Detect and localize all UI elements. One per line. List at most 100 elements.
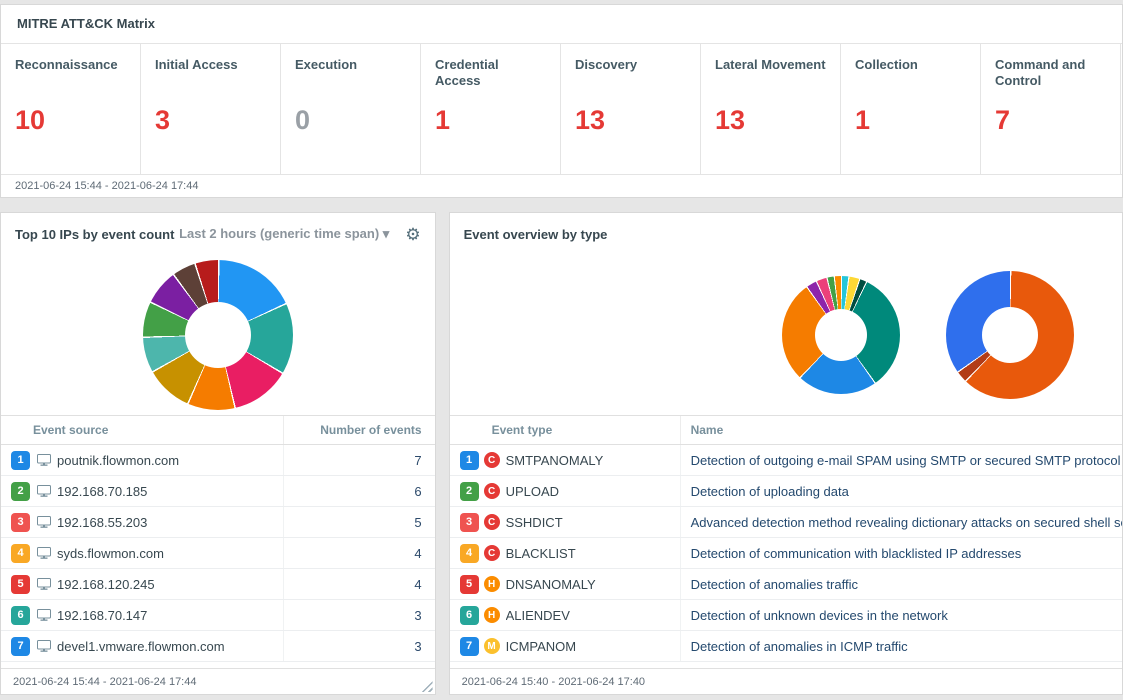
mitre-attack-panel: MITRE ATT&CK Matrix Reconnaissance 10 In… bbox=[0, 4, 1123, 198]
widgets-row: Top 10 IPs by event count Last 2 hours (… bbox=[0, 212, 1123, 695]
severity-icon: C bbox=[484, 483, 500, 499]
event-type: DNSANOMALY bbox=[506, 577, 680, 592]
gear-icon[interactable]: ⚙ bbox=[405, 226, 420, 243]
tactic-label: Command and Control bbox=[995, 57, 1106, 91]
table-row[interactable]: 1 poutnik.flowmon.com 7 bbox=[1, 445, 435, 476]
time-span-selector[interactable]: Last 2 hours (generic time span) ▾ bbox=[179, 226, 389, 242]
rank-badge: 1 bbox=[460, 451, 479, 470]
event-name: Detection of anomalies traffic bbox=[680, 569, 1122, 599]
event-type: SSHDICT bbox=[506, 515, 680, 530]
widget-footer: 2021-06-24 15:44 - 2021-06-24 17:44 bbox=[1, 668, 435, 694]
tactic-count[interactable]: 10 bbox=[15, 105, 126, 136]
table-row[interactable]: 4 syds.flowmon.com 4 bbox=[1, 538, 435, 569]
tactic-label: Reconnaissance bbox=[15, 57, 126, 91]
table-row[interactable]: 3 192.168.55.203 5 bbox=[1, 507, 435, 538]
event-source: poutnik.flowmon.com bbox=[57, 453, 283, 468]
event-source: syds.flowmon.com bbox=[57, 546, 283, 561]
time-range-label: 2021-06-24 15:44 - 2021-06-24 17:44 bbox=[13, 676, 196, 688]
table-row[interactable]: 5 H DNSANOMALY Detection of anomalies tr… bbox=[450, 569, 1122, 600]
table-row[interactable]: 2 C UPLOAD Detection of uploading data bbox=[450, 476, 1122, 507]
rank-badge: 5 bbox=[11, 575, 30, 594]
mitre-column-discovery[interactable]: Discovery 13 bbox=[561, 44, 701, 174]
tactic-count[interactable]: 1 bbox=[855, 105, 966, 136]
mitre-column-credential-access[interactable]: Credential Access 1 bbox=[421, 44, 561, 174]
event-name: Detection of anomalies in ICMP traffic bbox=[680, 631, 1122, 661]
rank-badge: 4 bbox=[11, 544, 30, 563]
host-icon bbox=[33, 516, 57, 528]
table-header: Event source Number of events bbox=[1, 415, 435, 445]
tactic-label: Execution bbox=[295, 57, 406, 91]
resize-handle[interactable] bbox=[422, 681, 433, 692]
tactic-count[interactable]: 13 bbox=[575, 105, 686, 136]
widget-title: Top 10 IPs by event count bbox=[15, 227, 174, 242]
event-overview-chart-zone bbox=[450, 255, 1122, 415]
rank-badge: 2 bbox=[460, 482, 479, 501]
mitre-column-reconnaissance[interactable]: Reconnaissance 10 bbox=[1, 44, 141, 174]
tactic-count[interactable]: 0 bbox=[295, 105, 406, 136]
widget-header: Top 10 IPs by event count Last 2 hours (… bbox=[1, 213, 435, 255]
rank-badge: 5 bbox=[460, 575, 479, 594]
mitre-column-collection[interactable]: Collection 1 bbox=[841, 44, 981, 174]
table-row[interactable]: 6 192.168.70.147 3 bbox=[1, 600, 435, 631]
time-range-label: 2021-06-24 15:44 - 2021-06-24 17:44 bbox=[1, 174, 1122, 197]
host-icon bbox=[33, 485, 57, 497]
column-header-name: Name bbox=[680, 416, 1122, 444]
event-count: 3 bbox=[283, 631, 435, 661]
table-row[interactable]: 7 M ICMPANOM Detection of anomalies in I… bbox=[450, 631, 1122, 662]
event-type: SMTPANOMALY bbox=[506, 453, 680, 468]
rank-badge: 4 bbox=[460, 544, 479, 563]
widget-footer: 2021-06-24 15:40 - 2021-06-24 17:40 bbox=[450, 668, 1122, 694]
mitre-tactics-grid: Reconnaissance 10 Initial Access 3 Execu… bbox=[1, 44, 1122, 174]
time-range-label: 2021-06-24 15:40 - 2021-06-24 17:40 bbox=[462, 676, 645, 688]
event-overview-table-body: 1 C SMTPANOMALY Detection of outgoing e-… bbox=[450, 445, 1122, 662]
event-type: UPLOAD bbox=[506, 484, 680, 499]
tactic-label: Initial Access bbox=[155, 57, 266, 91]
rank-badge: 3 bbox=[11, 513, 30, 532]
rank-badge: 7 bbox=[11, 637, 30, 656]
event-count: 4 bbox=[283, 538, 435, 568]
table-row[interactable]: 3 C SSHDICT Advanced detection method re… bbox=[450, 507, 1122, 538]
event-name: Detection of outgoing e-mail SPAM using … bbox=[680, 445, 1122, 475]
tactic-count[interactable]: 13 bbox=[715, 105, 826, 136]
event-name: Advanced detection method revealing dict… bbox=[680, 507, 1122, 537]
tactic-count[interactable]: 1 bbox=[435, 105, 546, 136]
event-count: 6 bbox=[283, 476, 435, 506]
event-source: 192.168.55.203 bbox=[57, 515, 283, 530]
severity-icon: M bbox=[484, 638, 500, 654]
panel-title: MITRE ATT&CK Matrix bbox=[17, 16, 155, 31]
severity-icon: H bbox=[484, 607, 500, 623]
table-row[interactable]: 7 devel1.vmware.flowmon.com 3 bbox=[1, 631, 435, 662]
top-ips-table-body: 1 poutnik.flowmon.com 7 2 192.168.70.185… bbox=[1, 445, 435, 662]
table-row[interactable]: 4 C BLACKLIST Detection of communication… bbox=[450, 538, 1122, 569]
event-count: 3 bbox=[283, 600, 435, 630]
event-source: 192.168.70.185 bbox=[57, 484, 283, 499]
host-icon bbox=[33, 578, 57, 590]
table-row[interactable]: 6 H ALIENDEV Detection of unknown device… bbox=[450, 600, 1122, 631]
table-row[interactable]: 1 C SMTPANOMALY Detection of outgoing e-… bbox=[450, 445, 1122, 476]
mitre-column-execution[interactable]: Execution 0 bbox=[281, 44, 421, 174]
dashboard: MITRE ATT&CK Matrix Reconnaissance 10 In… bbox=[0, 0, 1123, 695]
tactic-count[interactable]: 7 bbox=[995, 105, 1106, 136]
mitre-column-lateral-movement[interactable]: Lateral Movement 13 bbox=[701, 44, 841, 174]
event-count: 5 bbox=[283, 507, 435, 537]
donut-chart-top-ips[interactable] bbox=[143, 260, 293, 410]
rank-badge: 1 bbox=[11, 451, 30, 470]
event-overview-widget: Event overview by type Event type Name 1… bbox=[449, 212, 1123, 695]
rank-badge: 6 bbox=[11, 606, 30, 625]
event-count: 4 bbox=[283, 569, 435, 599]
mitre-column-command-and-control[interactable]: Command and Control 7 bbox=[981, 44, 1121, 174]
severity-icon: H bbox=[484, 576, 500, 592]
donut-chart-event-types[interactable] bbox=[782, 276, 900, 394]
donut-chart-event-priorities[interactable] bbox=[946, 271, 1074, 399]
column-header-number-of-events: Number of events bbox=[283, 416, 435, 444]
event-source: 192.168.70.147 bbox=[57, 608, 283, 623]
table-row[interactable]: 2 192.168.70.185 6 bbox=[1, 476, 435, 507]
tactic-label: Collection bbox=[855, 57, 966, 91]
column-header-event-source: Event source bbox=[1, 416, 283, 444]
event-type: BLACKLIST bbox=[506, 546, 680, 561]
event-name: Detection of uploading data bbox=[680, 476, 1122, 506]
table-row[interactable]: 5 192.168.120.245 4 bbox=[1, 569, 435, 600]
tactic-count[interactable]: 3 bbox=[155, 105, 266, 136]
mitre-column-initial-access[interactable]: Initial Access 3 bbox=[141, 44, 281, 174]
rank-badge: 7 bbox=[460, 637, 479, 656]
